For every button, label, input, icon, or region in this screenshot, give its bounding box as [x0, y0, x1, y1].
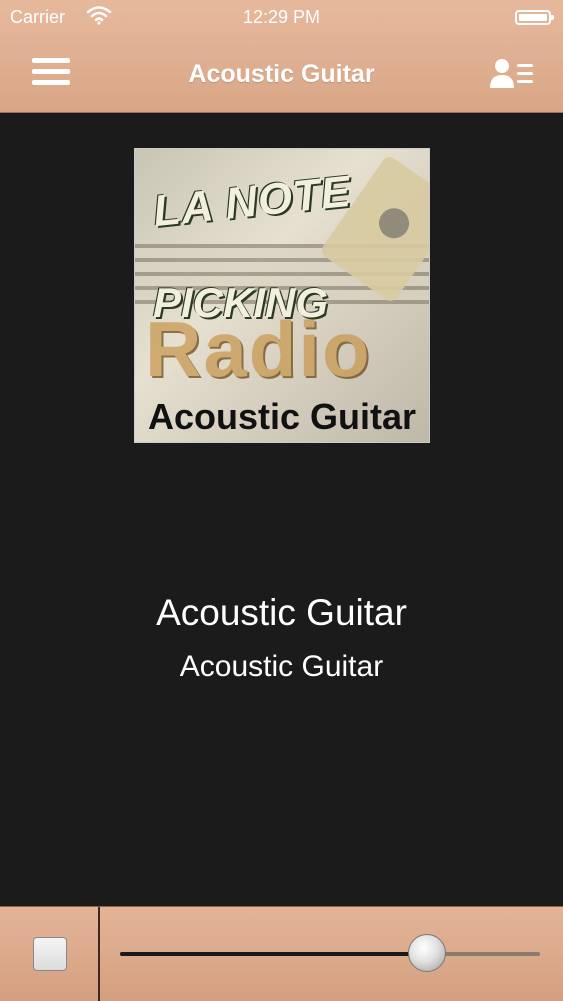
album-art-text-4: Acoustic Guitar — [147, 396, 417, 437]
top-bar: Carrier 12:29 PM Acoustic Guitar — [0, 0, 563, 113]
player-bar — [0, 906, 563, 1001]
album-art-text-3: Radio — [145, 305, 372, 393]
status-bar: Carrier 12:29 PM — [0, 0, 563, 36]
status-time: 12:29 PM — [242, 7, 321, 27]
stop-button[interactable] — [33, 937, 67, 971]
volume-slider-fill — [120, 952, 427, 956]
volume-slider-thumb[interactable] — [407, 934, 446, 972]
album-art: LA NOTE PICKING Radio Acoustic Guitar — [134, 148, 430, 443]
profile-button[interactable] — [489, 58, 535, 90]
track-subtitle: Acoustic Guitar — [179, 650, 384, 683]
divider — [98, 907, 100, 1001]
page-title: Acoustic Guitar — [188, 60, 375, 88]
volume-slider[interactable] — [120, 934, 540, 972]
battery-icon — [515, 10, 554, 25]
track-title: Acoustic Guitar — [156, 592, 407, 633]
profile-list-icon — [490, 59, 533, 88]
